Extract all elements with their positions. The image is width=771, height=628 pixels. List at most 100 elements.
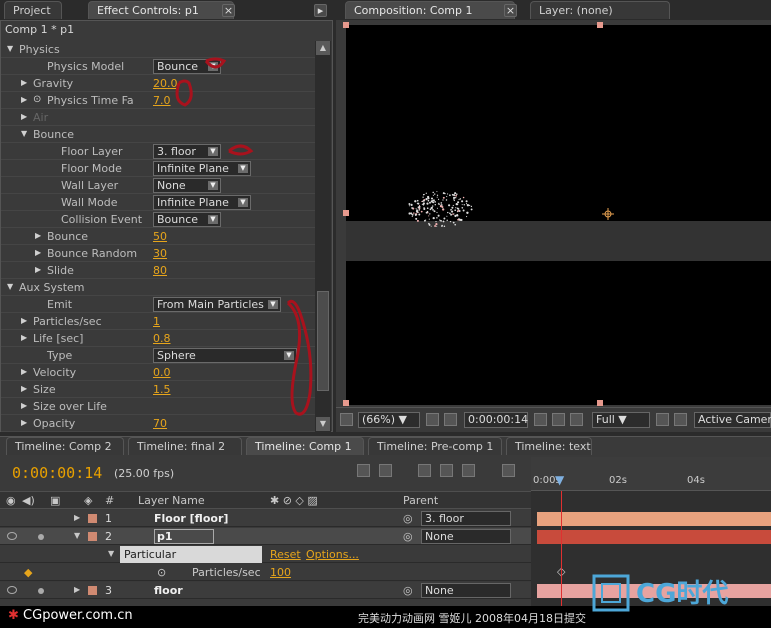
- always-preview-icon[interactable]: [340, 413, 353, 426]
- chevron-down-icon[interactable]: ▼: [238, 198, 248, 207]
- collapse-icon[interactable]: ▼: [108, 549, 114, 558]
- property-row[interactable]: ▶ Life [sec] 0.8: [1, 330, 315, 347]
- layer-bar[interactable]: [537, 512, 771, 526]
- collapse-icon[interactable]: ▼: [21, 129, 27, 138]
- property-row[interactable]: Wall Mode Infinite Plane ▼: [1, 194, 315, 211]
- chevron-down-icon[interactable]: ▼: [208, 147, 218, 156]
- property-dropdown[interactable]: Infinite Plane ▼: [153, 195, 251, 210]
- property-dropdown[interactable]: 3. floor ▼: [153, 144, 221, 159]
- eye-icon[interactable]: [7, 586, 17, 594]
- property-row[interactable]: ▶ Velocity 0.0: [1, 364, 315, 381]
- property-row[interactable]: ▼ Aux System: [1, 279, 315, 296]
- resolution-select[interactable]: Full ▼: [592, 412, 650, 428]
- layer-handle[interactable]: [597, 22, 603, 28]
- pickwhip-icon[interactable]: ◎: [403, 530, 413, 543]
- property-row[interactable]: Type Sphere ▼: [1, 347, 315, 364]
- collapse-icon[interactable]: ▼: [7, 44, 13, 53]
- stopwatch-icon[interactable]: ⊙: [157, 566, 166, 579]
- property-value[interactable]: 7.0: [153, 94, 171, 107]
- timecode-field[interactable]: 0:00:00:14: [464, 412, 528, 428]
- property-row[interactable]: Floor Layer 3. floor ▼: [1, 143, 315, 160]
- stopwatch-icon[interactable]: ⊙: [33, 94, 41, 105]
- label-color[interactable]: [88, 586, 97, 595]
- mask-icon[interactable]: [444, 413, 457, 426]
- layer-row[interactable]: ▶ 3 floor ◎ None: [0, 582, 531, 599]
- property-dropdown[interactable]: Bounce ▼: [153, 212, 221, 227]
- parent-select[interactable]: None: [421, 529, 511, 544]
- property-value[interactable]: 50: [153, 230, 167, 243]
- label-color[interactable]: [88, 514, 97, 523]
- layer-handle[interactable]: [597, 400, 603, 406]
- property-dropdown[interactable]: From Main Particles ▼: [153, 297, 281, 312]
- region-of-interest-icon[interactable]: [656, 413, 669, 426]
- property-row[interactable]: ▼ Bounce: [1, 126, 315, 143]
- parent-select[interactable]: 3. floor: [421, 511, 511, 526]
- property-row[interactable]: Floor Mode Infinite Plane ▼: [1, 160, 315, 177]
- property-value[interactable]: 0.0: [153, 366, 171, 379]
- scroll-down-icon[interactable]: ▼: [316, 417, 330, 431]
- camera-select[interactable]: Active Camera: [694, 412, 771, 428]
- chevron-down-icon[interactable]: ▼: [284, 351, 294, 360]
- property-row[interactable]: Collision Event Bounce ▼: [1, 211, 315, 228]
- graph-editor-icon[interactable]: [502, 464, 515, 477]
- chevron-down-icon[interactable]: ▼: [208, 62, 218, 71]
- layer-bar[interactable]: [537, 530, 771, 544]
- reset-link[interactable]: Reset: [270, 548, 301, 561]
- grid-icon[interactable]: [426, 413, 439, 426]
- panel-menu-icon[interactable]: ▸: [314, 4, 327, 17]
- expand-icon[interactable]: ▶: [35, 231, 41, 240]
- camera-icon[interactable]: [534, 413, 547, 426]
- draft-3d-icon[interactable]: [418, 464, 431, 477]
- channel-icon[interactable]: [570, 413, 583, 426]
- property-dropdown[interactable]: None ▼: [153, 178, 221, 193]
- layer-name[interactable]: p1: [154, 529, 214, 544]
- tab-project[interactable]: Project: [4, 1, 62, 19]
- expand-icon[interactable]: ▶: [21, 367, 27, 376]
- solo-icon[interactable]: [38, 588, 44, 594]
- options-link[interactable]: Options...: [306, 548, 359, 561]
- layer-name-header[interactable]: Layer Name: [138, 494, 205, 507]
- pickwhip-icon[interactable]: ◎: [403, 512, 413, 525]
- layer-handle[interactable]: [343, 210, 349, 216]
- tab-timeline[interactable]: Timeline: Comp 2: [6, 437, 124, 455]
- scroll-up-icon[interactable]: ▲: [316, 41, 330, 55]
- expand-icon[interactable]: ▶: [21, 112, 27, 121]
- current-time-indicator-icon[interactable]: ▼: [555, 473, 564, 487]
- tab-layer[interactable]: Layer: (none): [530, 1, 670, 19]
- property-value[interactable]: 0.8: [153, 332, 171, 345]
- solo-icon[interactable]: [38, 534, 44, 540]
- effect-name[interactable]: Particular: [120, 546, 262, 563]
- chevron-down-icon[interactable]: ▼: [268, 300, 278, 309]
- close-icon[interactable]: ×: [222, 4, 235, 17]
- expand-icon[interactable]: ▶: [74, 513, 80, 522]
- property-row[interactable]: ▶ Bounce 50: [1, 228, 315, 245]
- layer-handle[interactable]: [343, 400, 349, 406]
- show-snapshot-icon[interactable]: [552, 413, 565, 426]
- property-row[interactable]: Physics Model Bounce ▼: [1, 58, 315, 75]
- property-dropdown[interactable]: Bounce ▼: [153, 59, 221, 74]
- expand-icon[interactable]: ▶: [21, 78, 27, 87]
- layer-row[interactable]: ▶ 1 Floor [floor] ◎ 3. floor: [0, 510, 531, 527]
- expand-icon[interactable]: ▶: [21, 333, 27, 342]
- property-row[interactable]: ▼ Physics: [1, 41, 315, 58]
- tab-timeline[interactable]: Timeline: Pre-comp 1: [368, 437, 502, 455]
- property-row[interactable]: ▶ Opacity 70: [1, 415, 315, 432]
- transparency-grid-icon[interactable]: [674, 413, 687, 426]
- eye-icon[interactable]: [7, 532, 17, 540]
- property-value[interactable]: 30: [153, 247, 167, 260]
- expand-icon[interactable]: ▶: [21, 418, 27, 427]
- live-update-icon[interactable]: [379, 464, 392, 477]
- property-value[interactable]: 80: [153, 264, 167, 277]
- layer-handle[interactable]: [343, 22, 349, 28]
- layer-row[interactable]: ▼ 2 p1 ◎ None: [0, 528, 531, 545]
- tab-timeline[interactable]: Timeline: Comp 1: [246, 437, 364, 455]
- label-color[interactable]: [88, 532, 97, 541]
- pickwhip-icon[interactable]: ◎: [403, 584, 413, 597]
- property-row[interactable]: ▶ Bounce Random 30: [1, 245, 315, 262]
- property-dropdown[interactable]: Infinite Plane ▼: [153, 161, 251, 176]
- property-value[interactable]: 1.5: [153, 383, 171, 396]
- property-row[interactable]: ▶ Air: [1, 109, 315, 126]
- zoom-select[interactable]: (66%) ▼: [358, 412, 420, 428]
- property-row[interactable]: ▶ Size 1.5: [1, 381, 315, 398]
- hide-shy-icon[interactable]: [440, 464, 453, 477]
